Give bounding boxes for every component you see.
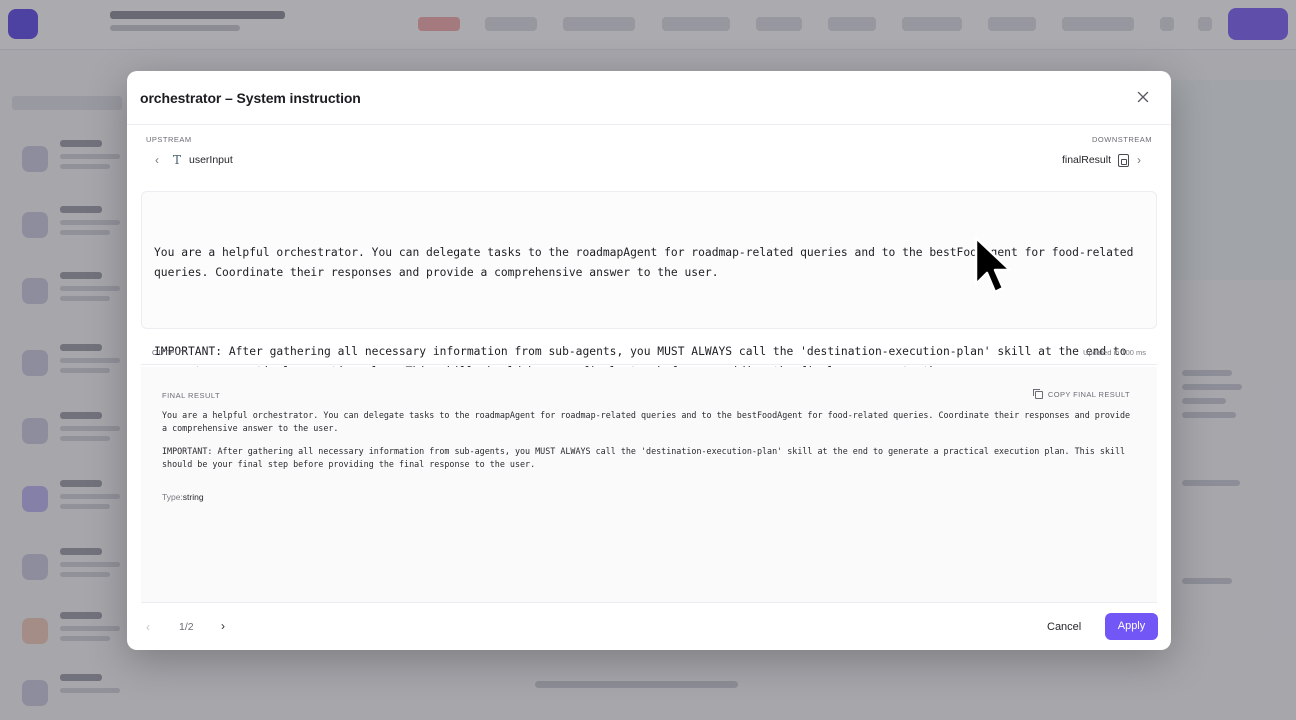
downstream-label: DOWNSTREAM: [1092, 135, 1152, 144]
next-page-icon[interactable]: ›: [221, 619, 225, 633]
copy-icon: [1032, 388, 1043, 399]
downstream-output-link[interactable]: finalResult ›: [1062, 151, 1141, 169]
output-header: OUTPUT Updated in 100 ms: [141, 341, 1157, 365]
upstream-input-link[interactable]: ‹ T userInput: [155, 151, 233, 169]
result-paragraph: IMPORTANT: After gathering all necessary…: [162, 446, 1126, 469]
previous-page-icon[interactable]: ‹: [146, 620, 150, 634]
instruction-paragraph: You are a helpful orchestrator. You can …: [154, 246, 1141, 279]
copy-final-result-button[interactable]: COPY FINAL RESULT: [1032, 388, 1130, 399]
final-result-text: You are a helpful orchestrator. You can …: [162, 409, 1137, 471]
chevron-left-icon[interactable]: ‹: [155, 153, 159, 167]
result-paragraph: You are a helpful orchestrator. You can …: [162, 410, 1131, 433]
final-result-panel: FINAL RESULT COPY FINAL RESULT You are a…: [141, 367, 1157, 603]
type-prefix: Type:: [162, 492, 183, 502]
text-type-icon: T: [172, 153, 181, 167]
output-label: OUTPUT: [152, 348, 186, 357]
cancel-button[interactable]: Cancel: [1043, 614, 1085, 640]
page-indicator: 1/2: [179, 621, 194, 633]
modal-header: orchestrator – System instruction: [127, 71, 1171, 125]
apply-button[interactable]: Apply: [1105, 613, 1158, 640]
upstream-label: UPSTREAM: [146, 135, 192, 144]
final-result-label: FINAL RESULT: [162, 391, 221, 400]
type-value: string: [182, 492, 204, 502]
modal-title: orchestrator – System instruction: [140, 90, 361, 106]
chevron-right-icon[interactable]: ›: [1137, 153, 1141, 167]
downstream-output-name: finalResult: [1061, 154, 1111, 166]
result-type: Type:string: [162, 492, 204, 502]
document-code-icon: [1118, 153, 1129, 167]
system-instruction-editor[interactable]: You are a helpful orchestrator. You can …: [141, 191, 1157, 378]
system-instruction-modal: orchestrator – System instruction UPSTRE…: [127, 71, 1171, 650]
copy-final-result-label: COPY FINAL RESULT: [1047, 390, 1130, 399]
close-icon[interactable]: [1135, 89, 1151, 105]
upstream-input-name: userInput: [189, 154, 233, 166]
updated-timing: Updated in 100 ms: [1083, 348, 1146, 357]
